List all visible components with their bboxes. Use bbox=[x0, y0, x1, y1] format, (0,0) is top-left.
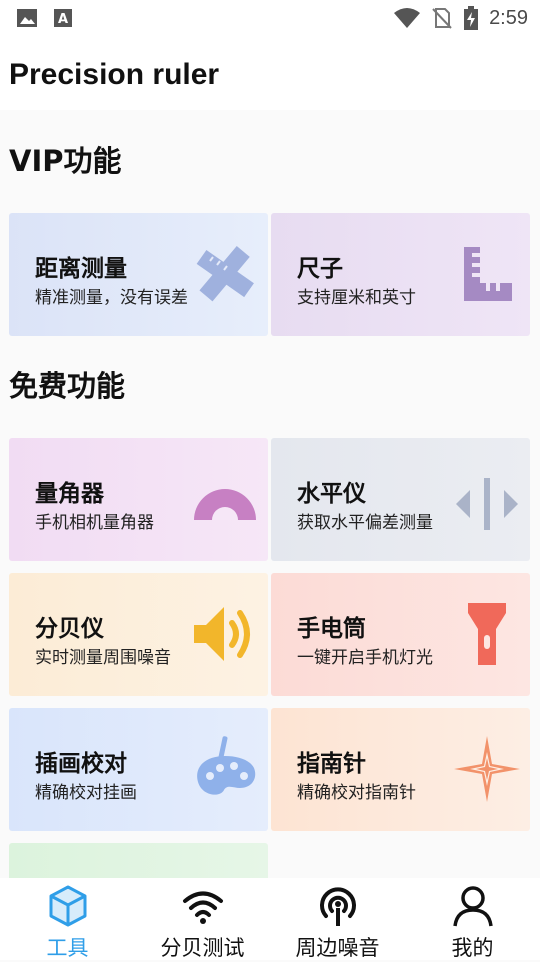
broadcast-icon bbox=[319, 887, 356, 926]
wifi-icon bbox=[394, 8, 421, 28]
section-title-vip: VIP功能 bbox=[9, 144, 122, 178]
speaker-icon bbox=[194, 607, 250, 661]
card-title: 分贝仪 bbox=[35, 616, 104, 642]
card-title: 指南针 bbox=[297, 751, 366, 777]
level-icon bbox=[456, 478, 518, 530]
card-subtitle: 精确校对挂画 bbox=[35, 783, 137, 803]
text-a-icon: A bbox=[54, 9, 72, 27]
card-subtitle: 获取水平偏差测量 bbox=[297, 513, 433, 533]
card-compass[interactable]: 指南针 精确校对指南针 bbox=[271, 708, 530, 831]
person-icon bbox=[452, 886, 493, 927]
nav-ambient-noise[interactable]: 周边噪音 bbox=[270, 878, 405, 960]
card-ruler[interactable]: 尺子 支持厘米和英寸 bbox=[271, 213, 530, 336]
nav-label: 分贝测试 bbox=[160, 936, 245, 960]
section-title-free: 免费功能 bbox=[9, 369, 126, 403]
card-distance-measure[interactable]: 距离测量 精准测量，没有误差 bbox=[9, 213, 268, 336]
card-title: 插画校对 bbox=[35, 751, 127, 777]
protractor-icon bbox=[194, 489, 256, 520]
card-title: 距离测量 bbox=[35, 256, 127, 282]
status-bar: A 2:59 bbox=[0, 0, 540, 36]
svg-text:A: A bbox=[58, 12, 68, 27]
card-title: 水平仪 bbox=[297, 481, 366, 507]
card-subtitle: 精准测量，没有误差 bbox=[35, 288, 188, 308]
palette-icon bbox=[197, 736, 256, 795]
flashlight-icon bbox=[468, 603, 506, 665]
cube-icon bbox=[49, 885, 86, 927]
card-subtitle: 一键开启手机灯光 bbox=[297, 648, 433, 668]
card-subtitle: 手机相机量角器 bbox=[35, 513, 154, 533]
card-frame-align[interactable]: 插画校对 精确校对挂画 bbox=[9, 708, 268, 831]
nav-label: 周边噪音 bbox=[295, 936, 380, 960]
nav-me[interactable]: 我的 bbox=[405, 878, 540, 960]
battery-charging-icon bbox=[464, 6, 479, 30]
bottom-nav: 工具 分贝测试 周边噪音 我的 bbox=[0, 878, 540, 960]
nav-label: 工具 bbox=[46, 936, 89, 960]
card-subtitle: 支持厘米和英寸 bbox=[297, 288, 416, 308]
card-subtitle: 实时测量周围噪音 bbox=[35, 648, 171, 668]
ruler-cross-icon bbox=[196, 245, 254, 302]
square-ruler-icon bbox=[464, 247, 512, 301]
status-time: 2:59 bbox=[489, 6, 528, 29]
no-sim-icon bbox=[432, 8, 452, 29]
card-title: 量角器 bbox=[35, 481, 104, 507]
compass-star-icon bbox=[454, 736, 520, 802]
card-subtitle: 精确校对指南针 bbox=[297, 783, 416, 803]
nav-decibel-test[interactable]: 分贝测试 bbox=[135, 878, 270, 960]
nav-label: 我的 bbox=[451, 936, 494, 960]
app-header: Precision ruler bbox=[0, 36, 540, 110]
nav-tools[interactable]: 工具 bbox=[0, 878, 135, 960]
card-level[interactable]: 水平仪 获取水平偏差测量 bbox=[271, 438, 530, 561]
card-decibel[interactable]: 分贝仪 实时测量周围噪音 bbox=[9, 573, 268, 696]
page-title: Precision ruler bbox=[9, 58, 220, 91]
card-flashlight[interactable]: 手电筒 一键开启手机灯光 bbox=[271, 573, 530, 696]
card-protractor[interactable]: 量角器 手机相机量角器 bbox=[9, 438, 268, 561]
card-partial[interactable] bbox=[9, 843, 268, 883]
image-icon bbox=[17, 9, 37, 27]
wifi-signal-icon bbox=[182, 891, 223, 924]
card-title: 尺子 bbox=[297, 256, 343, 282]
card-title: 手电筒 bbox=[297, 616, 366, 642]
